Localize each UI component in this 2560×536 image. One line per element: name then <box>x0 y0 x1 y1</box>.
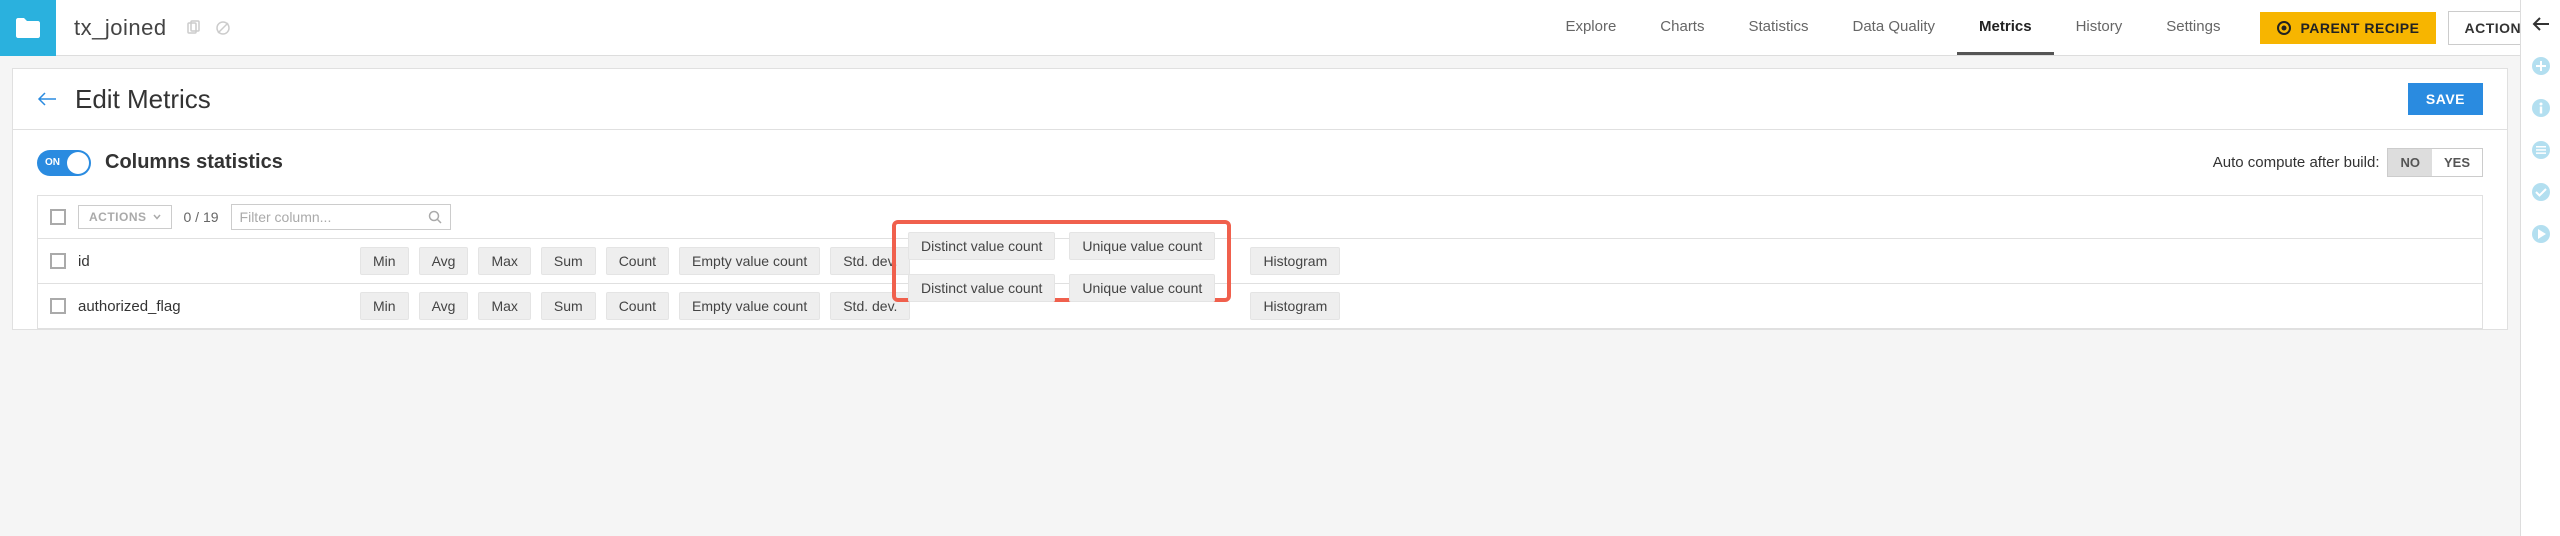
stat-max[interactable]: Max <box>478 247 530 275</box>
tab-statistics[interactable]: Statistics <box>1726 0 1830 55</box>
save-button[interactable]: SAVE <box>2408 83 2483 115</box>
tab-explore[interactable]: Explore <box>1543 0 1638 55</box>
tab-data-quality[interactable]: Data Quality <box>1831 0 1958 55</box>
stat-distinct-count[interactable]: Distinct value count <box>908 274 1055 302</box>
check-circle-icon[interactable] <box>2531 182 2551 202</box>
stat-sum[interactable]: Sum <box>541 292 596 320</box>
table-controls: ACTIONS 0 / 19 <box>38 196 2482 239</box>
refresh-disabled-icon <box>215 20 231 36</box>
yes-button[interactable]: YES <box>2432 149 2482 176</box>
toggle-on-label: ON <box>45 157 60 168</box>
search-icon <box>428 210 442 224</box>
auto-compute-label: Auto compute after build: <box>2213 154 2380 171</box>
stat-histogram[interactable]: Histogram <box>1250 292 1340 320</box>
filter-column-wrap <box>231 204 451 230</box>
edit-metrics-bar: Edit Metrics SAVE <box>12 68 2508 130</box>
yes-no-group: NO YES <box>2387 148 2483 177</box>
stat-count[interactable]: Count <box>606 292 669 320</box>
stat-avg[interactable]: Avg <box>419 292 469 320</box>
table-actions-dropdown[interactable]: ACTIONS <box>78 205 172 229</box>
stat-sum[interactable]: Sum <box>541 247 596 275</box>
tab-metrics[interactable]: Metrics <box>1957 0 2054 55</box>
stat-histogram[interactable]: Histogram <box>1250 247 1340 275</box>
columns-table: ACTIONS 0 / 19 id Min <box>37 195 2483 329</box>
table-row: authorized_flag Min Avg Max Sum Count Em… <box>38 284 2482 328</box>
row-checkbox[interactable] <box>50 253 66 269</box>
tab-settings[interactable]: Settings <box>2144 0 2242 55</box>
chevron-down-icon <box>153 214 161 220</box>
right-rail <box>2520 0 2560 536</box>
column-name: id <box>78 253 348 270</box>
highlight-annotation: Distinct value count Unique value count … <box>892 220 1231 302</box>
info-circle-icon[interactable] <box>2531 98 2551 118</box>
stat-pills-row2: Min Avg Max Sum Count Empty value count … <box>360 292 910 320</box>
list-circle-icon[interactable] <box>2531 140 2551 160</box>
header-tabs: Explore Charts Statistics Data Quality M… <box>1543 0 2242 55</box>
page-title: Edit Metrics <box>75 84 211 115</box>
auto-compute-group: Auto compute after build: NO YES <box>2213 148 2483 177</box>
dataset-folder-icon[interactable] <box>0 0 56 56</box>
copy-icon[interactable] <box>185 20 201 36</box>
stat-pills-row1: Min Avg Max Sum Count Empty value count … <box>360 247 910 275</box>
filter-column-input[interactable] <box>240 209 428 225</box>
columns-statistics-section: ON Columns statistics Auto compute after… <box>12 130 2508 330</box>
table-row: id Min Avg Max Sum Count Empty value cou… <box>38 239 2482 284</box>
dataset-name: tx_joined <box>56 15 167 41</box>
target-icon <box>2276 20 2292 36</box>
tab-history[interactable]: History <box>2054 0 2145 55</box>
stat-min[interactable]: Min <box>360 247 409 275</box>
stat-min[interactable]: Min <box>360 292 409 320</box>
section-toggle[interactable]: ON <box>37 150 91 176</box>
toggle-knob <box>67 152 89 174</box>
back-arrow-icon[interactable] <box>2531 14 2551 34</box>
stat-max[interactable]: Max <box>478 292 530 320</box>
dataset-mini-icons <box>167 20 231 36</box>
plus-circle-icon[interactable] <box>2531 56 2551 76</box>
stat-unique-count[interactable]: Unique value count <box>1069 274 1215 302</box>
stat-empty-count[interactable]: Empty value count <box>679 292 820 320</box>
section-title: Columns statistics <box>105 151 283 174</box>
stat-count[interactable]: Count <box>606 247 669 275</box>
row-checkbox[interactable] <box>50 298 66 314</box>
no-button[interactable]: NO <box>2388 149 2432 176</box>
parent-recipe-button[interactable]: PARENT RECIPE <box>2260 12 2435 44</box>
play-circle-icon[interactable] <box>2531 224 2551 244</box>
top-header: tx_joined Explore Charts Statistics Data… <box>0 0 2560 56</box>
select-all-checkbox[interactable] <box>50 209 66 225</box>
section-header: ON Columns statistics Auto compute after… <box>37 148 2483 177</box>
stat-unique-count[interactable]: Unique value count <box>1069 232 1215 260</box>
tab-charts[interactable]: Charts <box>1638 0 1726 55</box>
stat-avg[interactable]: Avg <box>419 247 469 275</box>
selection-counter: 0 / 19 <box>184 209 219 225</box>
stat-distinct-count[interactable]: Distinct value count <box>908 232 1055 260</box>
stat-empty-count[interactable]: Empty value count <box>679 247 820 275</box>
column-name: authorized_flag <box>78 298 348 315</box>
back-arrow-link[interactable] <box>37 92 57 106</box>
